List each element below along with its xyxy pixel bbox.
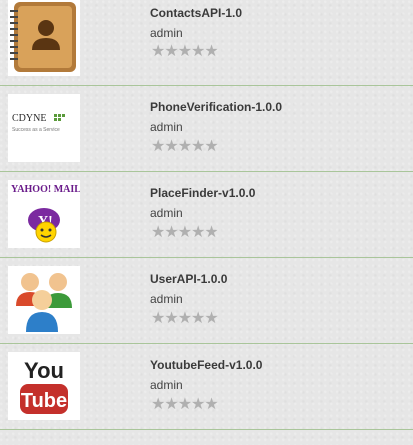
api-owner: admin [150,120,183,134]
svg-text:YAHOO! MAIL: YAHOO! MAIL [11,184,80,195]
api-list: ContactsAPI-1.0 admin ★★★★★ CDYNE Succes… [0,0,413,430]
contacts-book-icon[interactable] [8,0,80,76]
api-owner: admin [150,26,183,40]
api-name[interactable]: ContactsAPI-1.0 [150,6,242,20]
api-list-item[interactable]: CDYNE Success as a Service PhoneVerifica… [0,86,413,172]
rating-stars: ★★★★★ [151,396,219,413]
api-owner: admin [150,292,183,306]
users-group-icon[interactable] [8,266,80,334]
api-list-item[interactable]: ContactsAPI-1.0 admin ★★★★★ [0,0,413,86]
rating-stars: ★★★★★ [151,138,219,155]
api-list-item[interactable]: You Tube YoutubeFeed-v1.0.0 admin ★★★★★ [0,344,413,430]
api-name[interactable]: YoutubeFeed-v1.0.0 [150,358,262,372]
rating-stars: ★★★★★ [151,43,219,60]
api-name[interactable]: PhoneVerification-1.0.0 [150,100,282,114]
api-owner: admin [150,206,183,220]
rating-stars: ★★★★★ [151,224,219,241]
rating-stars: ★★★★★ [151,310,219,327]
youtube-logo[interactable]: You Tube [8,352,80,420]
api-list-item[interactable]: UserAPI-1.0.0 admin ★★★★★ [0,258,413,344]
svg-text:CDYNE: CDYNE [12,113,46,124]
api-owner: admin [150,378,183,392]
cdyne-logo[interactable]: CDYNE Success as a Service [8,94,80,162]
svg-text:Tube: Tube [21,390,67,412]
svg-text:You: You [24,358,64,383]
api-name[interactable]: PlaceFinder-v1.0.0 [150,186,255,200]
yahoo-mail-logo[interactable]: YAHOO! MAIL Y! [8,180,80,248]
api-name[interactable]: UserAPI-1.0.0 [150,272,227,286]
svg-text:Success as a Service: Success as a Service [12,127,60,133]
api-list-item[interactable]: YAHOO! MAIL Y! PlaceFinder-v1.0.0 admin … [0,172,413,258]
